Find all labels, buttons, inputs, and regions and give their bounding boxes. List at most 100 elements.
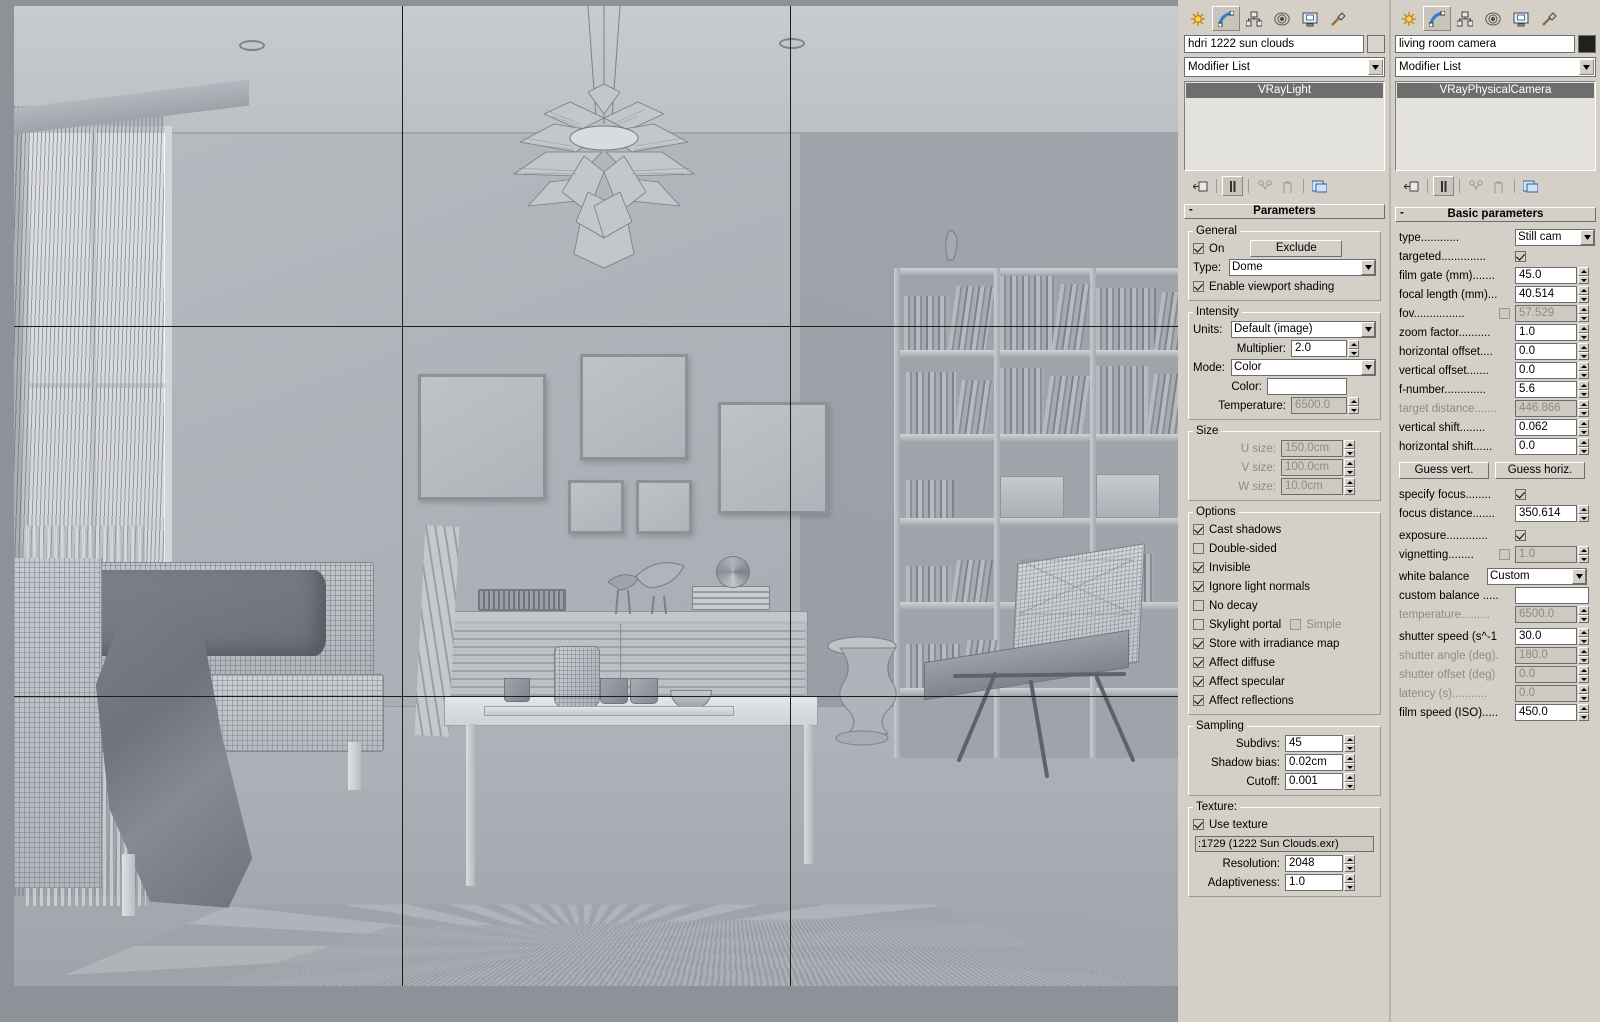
affect-reflections-checkbox[interactable] xyxy=(1193,695,1204,706)
horizontal-shift-spinner[interactable] xyxy=(1578,438,1589,455)
guess-vert-button[interactable]: Guess vert. xyxy=(1399,462,1489,479)
create-tab[interactable] xyxy=(1184,6,1212,31)
display-tab[interactable] xyxy=(1507,6,1535,31)
adaptiveness-spinner[interactable] xyxy=(1344,874,1355,891)
cutoff-field[interactable]: 0.001 xyxy=(1285,773,1343,790)
collapse-icon[interactable]: - xyxy=(1189,204,1193,217)
vertical-shift-field[interactable]: 0.062 xyxy=(1515,419,1577,436)
horizontal-shift-field[interactable]: 0.0 xyxy=(1515,438,1577,455)
chevron-down-icon[interactable] xyxy=(1579,59,1594,75)
modifier-stack-camera[interactable]: VRayPhysicalCamera xyxy=(1395,81,1596,171)
vignetting-checkbox[interactable] xyxy=(1499,549,1510,560)
texture-map-button[interactable]: :1729 (1222 Sun Clouds.exr) xyxy=(1195,836,1374,852)
temperature-field[interactable]: 6500.0 xyxy=(1291,397,1347,414)
pin-stack-icon[interactable] xyxy=(1190,176,1211,196)
invisible-checkbox[interactable] xyxy=(1193,562,1204,573)
temperature-spinner[interactable] xyxy=(1348,397,1359,414)
show-end-result-icon[interactable] xyxy=(1222,176,1243,196)
configure-sets-icon[interactable] xyxy=(1520,176,1541,196)
hierarchy-tab[interactable] xyxy=(1240,6,1268,31)
latency-spinner[interactable] xyxy=(1578,685,1589,702)
viewport[interactable] xyxy=(0,0,1178,1022)
vignetting-spinner[interactable] xyxy=(1578,546,1589,563)
stack-item-vrayphysicalcamera[interactable]: VRayPhysicalCamera xyxy=(1397,83,1594,98)
fov-spinner[interactable] xyxy=(1578,305,1589,322)
fov-checkbox[interactable] xyxy=(1499,308,1510,319)
on-checkbox[interactable] xyxy=(1193,243,1204,254)
skylight-portal-checkbox[interactable] xyxy=(1193,619,1204,630)
object-name-field[interactable]: hdri 1222 sun clouds xyxy=(1184,35,1364,53)
resolution-spinner[interactable] xyxy=(1344,855,1355,872)
subdivs-field[interactable]: 45 xyxy=(1285,735,1343,752)
hierarchy-tab[interactable] xyxy=(1451,6,1479,31)
cutoff-spinner[interactable] xyxy=(1344,773,1355,790)
modify-tab[interactable] xyxy=(1212,6,1240,31)
zoom-factor-field[interactable]: 1.0 xyxy=(1515,324,1577,341)
vertical-shift-spinner[interactable] xyxy=(1578,419,1589,436)
configure-sets-icon[interactable] xyxy=(1309,176,1330,196)
simple-checkbox[interactable] xyxy=(1290,619,1301,630)
show-end-result-icon[interactable] xyxy=(1433,176,1454,196)
make-unique-icon[interactable] xyxy=(1254,176,1275,196)
film-gate-spinner[interactable] xyxy=(1578,267,1589,284)
modifier-list-dropdown[interactable]: Modifier List xyxy=(1395,57,1596,77)
camera-temperature-field[interactable]: 6500.0 xyxy=(1515,606,1577,623)
subdivs-spinner[interactable] xyxy=(1344,735,1355,752)
cast-shadows-checkbox[interactable] xyxy=(1193,524,1204,535)
object-color-swatch[interactable] xyxy=(1367,35,1385,53)
focus-distance-spinner[interactable] xyxy=(1578,505,1589,522)
horizontal-offset-field[interactable]: 0.0 xyxy=(1515,343,1577,360)
w-size-spinner[interactable] xyxy=(1344,478,1355,495)
zoom-factor-spinner[interactable] xyxy=(1578,324,1589,341)
create-tab[interactable] xyxy=(1395,6,1423,31)
custom-balance-swatch[interactable] xyxy=(1515,587,1589,604)
utilities-tab[interactable] xyxy=(1535,6,1563,31)
resolution-field[interactable]: 2048 xyxy=(1285,855,1343,872)
fov-field[interactable]: 57.529 xyxy=(1515,305,1577,322)
pin-stack-icon[interactable] xyxy=(1401,176,1422,196)
mode-dropdown[interactable]: Color xyxy=(1231,359,1376,376)
vertical-offset-field[interactable]: 0.0 xyxy=(1515,362,1577,379)
v-size-field[interactable]: 100.0cm xyxy=(1281,459,1343,476)
shutter-offset-field[interactable]: 0.0 xyxy=(1515,666,1577,683)
exclude-button[interactable]: Exclude xyxy=(1250,240,1342,257)
remove-modifier-icon[interactable] xyxy=(1488,176,1509,196)
f-number-field[interactable]: 5.6 xyxy=(1515,381,1577,398)
enable-viewport-shading-checkbox[interactable] xyxy=(1193,281,1204,292)
motion-tab[interactable] xyxy=(1268,6,1296,31)
light-color-swatch[interactable] xyxy=(1267,378,1347,395)
v-size-spinner[interactable] xyxy=(1344,459,1355,476)
double-sided-checkbox[interactable] xyxy=(1193,543,1204,554)
modifier-list-dropdown[interactable]: Modifier List xyxy=(1184,57,1385,77)
chevron-down-icon[interactable] xyxy=(1368,59,1383,75)
shutter-speed-field[interactable]: 30.0 xyxy=(1515,628,1577,645)
targeted-checkbox[interactable] xyxy=(1515,251,1526,262)
focus-distance-field[interactable]: 350.614 xyxy=(1515,505,1577,522)
vignetting-field[interactable]: 1.0 xyxy=(1515,546,1577,563)
adaptiveness-field[interactable]: 1.0 xyxy=(1285,874,1343,891)
ignore-light-normals-checkbox[interactable] xyxy=(1193,581,1204,592)
u-size-field[interactable]: 150.0cm xyxy=(1281,440,1343,457)
basic-parameters-rollout-header[interactable]: - Basic parameters xyxy=(1395,207,1596,222)
type-dropdown[interactable]: Dome xyxy=(1229,259,1376,276)
affect-specular-checkbox[interactable] xyxy=(1193,676,1204,687)
shutter-speed-spinner[interactable] xyxy=(1578,628,1589,645)
shadow-bias-field[interactable]: 0.02cm xyxy=(1285,754,1343,771)
affect-diffuse-checkbox[interactable] xyxy=(1193,657,1204,668)
focal-length-field[interactable]: 40.514 xyxy=(1515,286,1577,303)
target-distance-spinner[interactable] xyxy=(1578,400,1589,417)
specify-focus-checkbox[interactable] xyxy=(1515,489,1526,500)
remove-modifier-icon[interactable] xyxy=(1277,176,1298,196)
object-name-field[interactable]: living room camera xyxy=(1395,35,1575,53)
exposure-checkbox[interactable] xyxy=(1515,530,1526,541)
f-number-spinner[interactable] xyxy=(1578,381,1589,398)
modifier-stack-light[interactable]: VRayLight xyxy=(1184,81,1385,171)
modify-tab[interactable] xyxy=(1423,6,1451,31)
film-speed-field[interactable]: 450.0 xyxy=(1515,704,1577,721)
vertical-offset-spinner[interactable] xyxy=(1578,362,1589,379)
object-color-swatch[interactable] xyxy=(1578,35,1596,53)
collapse-icon[interactable]: - xyxy=(1400,207,1404,220)
parameters-rollout-header[interactable]: - Parameters xyxy=(1184,204,1385,219)
film-speed-spinner[interactable] xyxy=(1578,704,1589,721)
shutter-angle-field[interactable]: 180.0 xyxy=(1515,647,1577,664)
